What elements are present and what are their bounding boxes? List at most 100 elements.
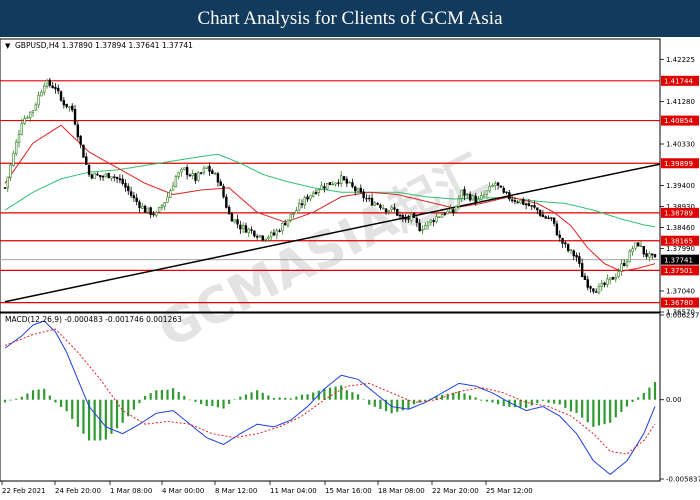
candle-body: [129, 191, 133, 196]
candle-body: [160, 205, 164, 209]
candle-body: [104, 173, 108, 177]
candle-body: [390, 206, 393, 210]
histogram-bar: [188, 399, 192, 401]
price-tick-label: 1.41280: [666, 98, 695, 106]
candle-body: [244, 225, 248, 233]
candle-body: [519, 200, 522, 204]
histogram-bar: [172, 388, 175, 400]
histogram-bar: [306, 394, 309, 400]
macd-tick-label: -0.005837: [666, 476, 700, 484]
histogram-bar: [121, 399, 124, 423]
candle-body: [65, 103, 68, 108]
candle-body: [541, 214, 545, 218]
candle-body: [34, 104, 38, 111]
candle-body: [272, 232, 276, 236]
candle-body: [564, 242, 567, 245]
histogram-bar: [603, 399, 606, 425]
histogram-bar: [480, 399, 483, 401]
histogram-bar: [239, 396, 242, 400]
candle-body: [132, 195, 136, 199]
chart-canvas[interactable]: GCMASIA起汇 1.422251.412801.403301.394001.…: [0, 37, 700, 500]
histogram-bar: [497, 399, 500, 405]
candle-body: [617, 271, 620, 277]
candle-body: [227, 206, 231, 215]
histogram-bar: [547, 399, 550, 403]
candle-body: [73, 109, 77, 125]
candle-body: [404, 218, 407, 220]
candle-body: [37, 95, 40, 106]
histogram-bar: [463, 393, 466, 400]
candle-body: [620, 263, 623, 272]
candle-body: [261, 235, 264, 241]
candle-body: [379, 204, 382, 209]
histogram-bar: [525, 399, 528, 408]
candle-body: [213, 172, 217, 175]
time-tick-label: 1 Mar 08:00: [110, 487, 152, 495]
candle-body: [429, 219, 433, 224]
histogram-bar: [194, 399, 197, 402]
histogram-bar: [155, 390, 158, 400]
candle-body: [407, 218, 410, 220]
candle-body: [194, 173, 197, 181]
histogram-bar: [373, 399, 376, 407]
candle-body: [239, 224, 242, 230]
candle-body: [387, 210, 391, 213]
histogram-bar: [558, 399, 561, 405]
histogram-bar: [468, 395, 472, 400]
candle-body: [555, 223, 559, 236]
histogram-bar: [418, 399, 421, 403]
candle-body: [457, 198, 461, 207]
histogram-bar: [71, 399, 74, 420]
candle-body: [471, 195, 475, 201]
candle-body: [247, 228, 250, 233]
candle-body: [253, 230, 256, 237]
candle-body: [289, 214, 292, 221]
candle-body: [446, 210, 449, 214]
candle-body: [351, 182, 354, 187]
candle-body: [530, 205, 533, 207]
histogram-bar: [9, 399, 12, 401]
histogram-bar: [48, 395, 51, 400]
candle-body: [496, 182, 500, 186]
candle-body: [48, 79, 52, 86]
candle-body: [370, 197, 374, 206]
candle-body: [309, 195, 312, 200]
price-tick-label: 1.42225: [666, 56, 695, 64]
candle-body: [20, 123, 24, 135]
candle-body: [6, 176, 10, 189]
candle-body: [634, 242, 637, 249]
candle-body: [79, 135, 82, 145]
time-tick-label: 22 Mar 20:00: [432, 487, 479, 495]
price-axis: 1.422251.412801.403301.394001.389301.384…: [660, 56, 695, 317]
candle-body: [592, 288, 595, 292]
histogram-bar: [575, 399, 578, 413]
candle-body: [578, 256, 581, 264]
candle-body: [600, 283, 603, 287]
histogram-bar: [65, 399, 68, 412]
candle-body: [410, 213, 413, 221]
candle-body: [527, 203, 531, 207]
time-tick-label: 8 Mar 12:00: [215, 487, 257, 495]
candle-body: [183, 167, 186, 170]
candle-body: [639, 245, 643, 247]
histogram-bar: [20, 396, 23, 400]
histogram-bar: [564, 399, 567, 408]
candle-body: [317, 189, 320, 194]
candle-body: [334, 182, 337, 185]
candle-body: [348, 181, 351, 184]
candle-body: [426, 221, 430, 227]
histogram-bar: [160, 389, 163, 400]
candle-body: [76, 124, 80, 138]
candle-body: [297, 203, 301, 211]
histogram-bar: [15, 398, 18, 400]
histogram-bar: [228, 399, 231, 404]
candle-body: [510, 199, 514, 201]
candle-body: [466, 193, 469, 196]
candle-body: [241, 224, 245, 229]
candle-body: [516, 201, 519, 204]
histogram-bar: [261, 392, 264, 400]
candle-body: [345, 178, 349, 184]
histogram-bar: [586, 399, 589, 423]
candle-body: [340, 175, 343, 184]
histogram-bar: [351, 392, 354, 400]
